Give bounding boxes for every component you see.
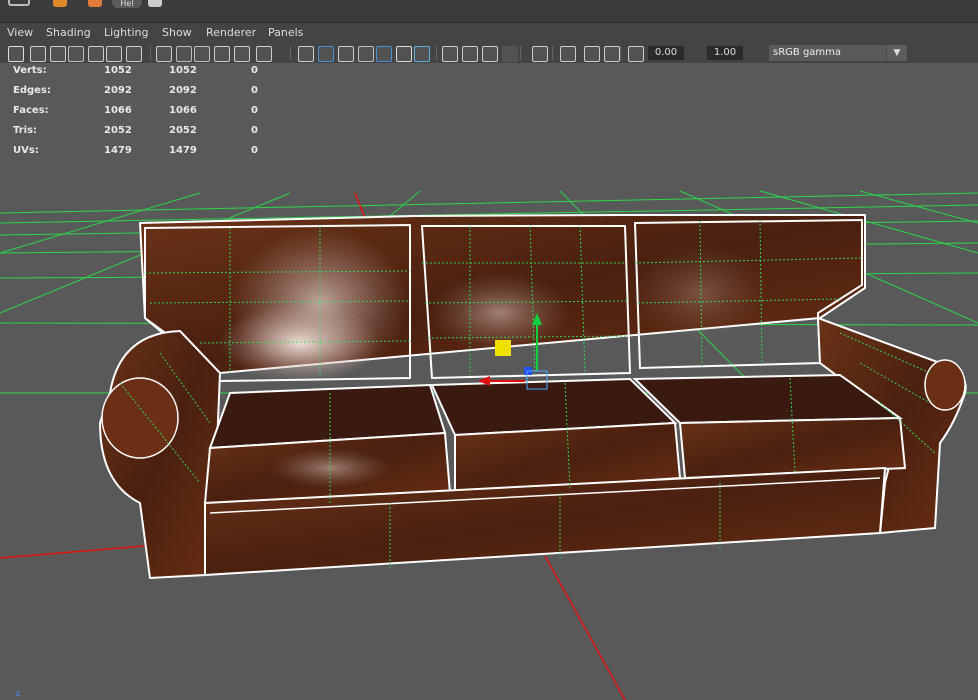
xray-icon[interactable] <box>502 46 518 62</box>
3d-viewport[interactable]: Verts: 1052 1052 0 Edges: 2092 2092 0 Fa… <box>0 63 978 700</box>
wireframe-on-shaded-icon[interactable] <box>318 46 334 62</box>
hud-value: 1066 <box>169 105 197 116</box>
hud-label: UVs: <box>13 145 39 156</box>
shelf-layout-icon[interactable] <box>8 0 30 6</box>
backface-culling-icon[interactable] <box>560 46 576 62</box>
2d-pan-zoom-icon[interactable] <box>106 46 122 62</box>
world-z-axis <box>544 555 626 700</box>
hud-label: Tris: <box>13 125 38 136</box>
shelf-grid-icon[interactable] <box>148 0 162 7</box>
toolbar-separator <box>150 46 151 60</box>
motion-blur-icon[interactable] <box>414 46 430 62</box>
sofa-mesh[interactable] <box>98 214 967 580</box>
hud-value: 0 <box>251 145 258 156</box>
multisample-aa-icon[interactable] <box>442 46 458 62</box>
colorspace-select[interactable]: sRGB gamma ▼ <box>769 45 907 61</box>
gamma-icon[interactable] <box>604 46 620 62</box>
hud-value: 1479 <box>169 145 197 156</box>
shelf-cylinder-icon[interactable] <box>88 0 102 7</box>
shelf-orange-icon[interactable] <box>53 0 67 7</box>
hud-label: Edges: <box>13 85 51 96</box>
use-all-lights-icon[interactable] <box>358 46 374 62</box>
view-axis-label: z <box>16 689 21 698</box>
chevron-down-icon[interactable]: ▼ <box>886 45 907 61</box>
shadows-icon[interactable] <box>376 46 392 62</box>
hud-value: 0 <box>251 85 258 96</box>
menu-panels[interactable]: Panels <box>268 26 303 39</box>
smooth-shade-icon[interactable] <box>298 46 314 62</box>
poly-count-hud: Verts: 1052 1052 0 Edges: 2092 2092 0 Fa… <box>0 63 300 163</box>
menu-view[interactable]: View <box>7 26 33 39</box>
isolate-select-icon[interactable] <box>482 46 498 62</box>
screen-space-ao-icon[interactable] <box>396 46 412 62</box>
bookmark-icon[interactable] <box>50 46 66 62</box>
toolbar-separator <box>520 46 521 60</box>
image-plane-icon[interactable] <box>68 46 84 62</box>
film-gate-icon[interactable] <box>126 46 142 62</box>
menu-shading[interactable]: Shading <box>46 26 91 39</box>
colorspace-toggle-icon[interactable] <box>628 46 644 62</box>
menu-renderer[interactable]: Renderer <box>206 26 256 39</box>
hud-value: 2052 <box>104 125 132 136</box>
colorspace-value: sRGB gamma <box>773 47 842 58</box>
panel-toolbar: 0.00 1.00 sRGB gamma ▼ <box>0 43 978 63</box>
exposure-field[interactable]: 0.00 <box>648 46 684 60</box>
gate-mask-icon[interactable] <box>176 46 192 62</box>
safe-action-icon[interactable] <box>214 46 230 62</box>
menu-lighting[interactable]: Lighting <box>104 26 148 39</box>
hud-value: 1479 <box>104 145 132 156</box>
hud-value: 2092 <box>104 85 132 96</box>
hud-label: Verts: <box>13 65 47 76</box>
hud-value: 1066 <box>104 105 132 116</box>
shelf-bar: Hel <box>0 0 978 23</box>
hud-value: 2052 <box>169 125 197 136</box>
gamma-field[interactable]: 1.00 <box>707 46 743 60</box>
toolbar-separator <box>290 46 291 60</box>
hud-value: 1052 <box>104 65 132 76</box>
grease-pencil-icon[interactable] <box>88 46 104 62</box>
hud-value: 0 <box>251 65 258 76</box>
xray-joints-icon[interactable] <box>532 46 548 62</box>
toolbar-separator <box>552 46 553 60</box>
camera-select-icon[interactable] <box>8 46 24 62</box>
panel-menubar: View Shading Lighting Show Renderer Pane… <box>0 23 978 43</box>
textured-icon[interactable] <box>338 46 354 62</box>
hud-value: 0 <box>251 125 258 136</box>
field-chart-icon[interactable] <box>194 46 210 62</box>
wireframe-icon[interactable] <box>256 46 272 62</box>
pivot-handle <box>495 340 511 356</box>
hud-value: 1052 <box>169 65 197 76</box>
toolbar-separator <box>620 46 621 60</box>
depth-of-field-icon[interactable] <box>462 46 478 62</box>
hud-value: 0 <box>251 105 258 116</box>
shelf-tab[interactable]: Hel <box>112 0 142 8</box>
resolution-gate-icon[interactable] <box>156 46 172 62</box>
toolbar-separator <box>436 46 437 60</box>
hud-value: 2092 <box>169 85 197 96</box>
hud-label: Faces: <box>13 105 49 116</box>
exposure-icon[interactable] <box>584 46 600 62</box>
menu-show[interactable]: Show <box>162 26 192 39</box>
camera-attributes-icon[interactable] <box>30 46 46 62</box>
safe-title-icon[interactable] <box>234 46 250 62</box>
